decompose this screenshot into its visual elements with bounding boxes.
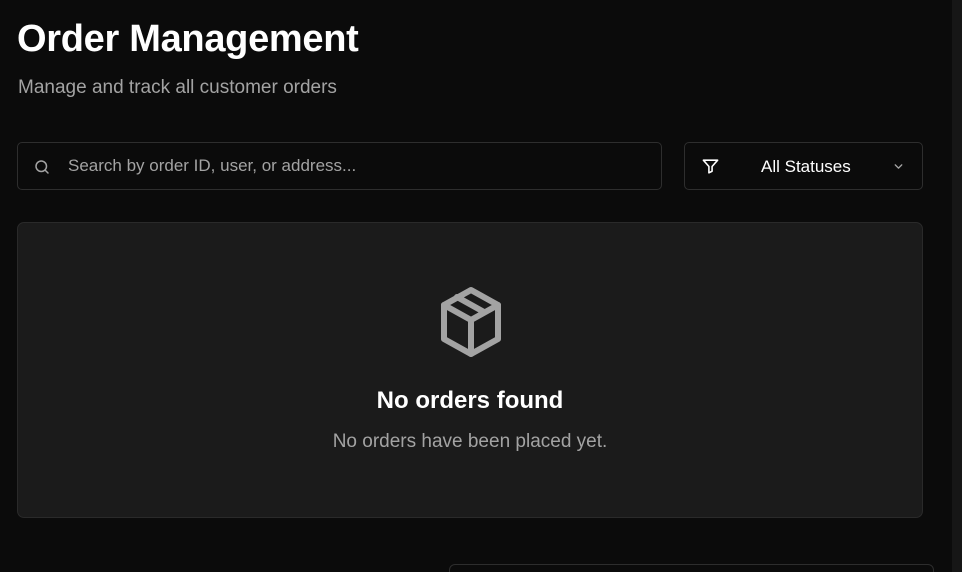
status-filter-value: All Statuses [761, 157, 851, 176]
search-icon [35, 160, 49, 174]
empty-state-title: No orders found [376, 387, 564, 414]
empty-state-message: No orders have been placed yet. [332, 431, 608, 452]
page-subtitle: Manage and track all customer orders [18, 77, 337, 98]
page-title: Order Management [17, 18, 359, 60]
package-icon [441, 287, 501, 357]
partially-visible-panel [449, 564, 934, 572]
filter-icon [702, 159, 719, 174]
empty-orders-card: No orders found No orders have been plac… [17, 222, 923, 518]
order-search-input[interactable] [68, 143, 648, 189]
vertical-scrollbar[interactable] [952, 0, 962, 572]
order-management-page: Order Management Manage and track all cu… [0, 0, 962, 572]
chevron-down-icon [894, 164, 903, 169]
order-search-box[interactable] [17, 142, 662, 190]
scrollbar-thumb[interactable] [952, 0, 962, 572]
status-filter-select[interactable]: All Statuses [684, 142, 923, 190]
